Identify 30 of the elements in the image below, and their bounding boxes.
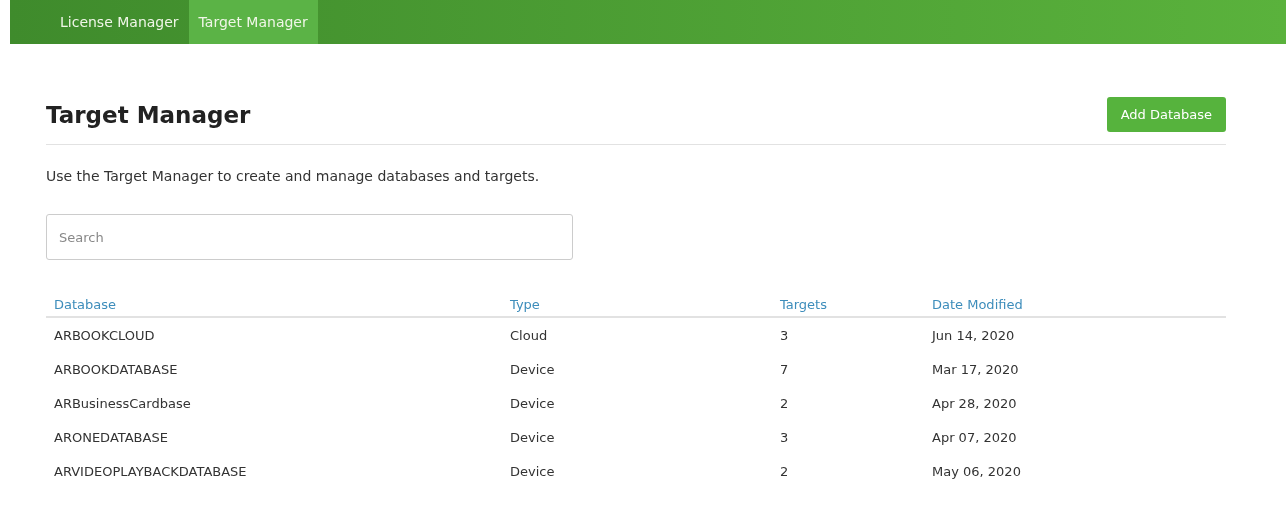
- table-cell: 3: [772, 317, 924, 352]
- table-cell-text: Device: [509, 360, 556, 379]
- table-cell-text: ARVIDEOPLAYBACKDATABASE: [53, 462, 248, 481]
- table-cell-text: Device: [509, 428, 556, 447]
- table-cell: Jun 14, 2020: [924, 317, 1226, 352]
- column-header[interactable]: Targets: [772, 293, 924, 317]
- table-cell-text: Device: [509, 394, 556, 413]
- add-database-button[interactable]: Add Database: [1106, 97, 1226, 132]
- table-cell-text: 2: [779, 394, 790, 413]
- table-cell-text: 3: [779, 428, 790, 447]
- nav-tab[interactable]: Target Manager: [188, 0, 318, 44]
- table-cell-text: Device: [509, 462, 556, 481]
- table-cell-text: Mar 17, 2020: [931, 360, 1020, 379]
- table-cell-text: ARBusinessCardbase: [53, 394, 192, 413]
- table-cell-text: 2: [779, 462, 790, 481]
- column-header[interactable]: Database: [46, 293, 502, 317]
- search-field[interactable]: Search: [46, 214, 573, 260]
- table-cell-text: May 06, 2020: [931, 462, 1022, 481]
- page-title: Target Manager: [46, 101, 251, 128]
- table-cell: Cloud: [502, 317, 772, 352]
- table-cell-text: Apr 28, 2020: [931, 394, 1018, 413]
- table-cell-text: ARONEDATABASE: [53, 428, 169, 447]
- description-text: Use the Target Manager to create and manage databases and targets.: [46, 168, 541, 184]
- table-cell-text: ARBOOKDATABASE: [53, 360, 179, 379]
- table-cell-text: 7: [779, 360, 790, 379]
- table-cell: ARBOOKCLOUD: [46, 317, 502, 352]
- column-header[interactable]: Type: [502, 293, 772, 317]
- table-cell-text: Apr 07, 2020: [931, 428, 1018, 447]
- column-header[interactable]: Date Modified: [924, 293, 1226, 317]
- nav-tab[interactable]: License Manager: [50, 0, 189, 44]
